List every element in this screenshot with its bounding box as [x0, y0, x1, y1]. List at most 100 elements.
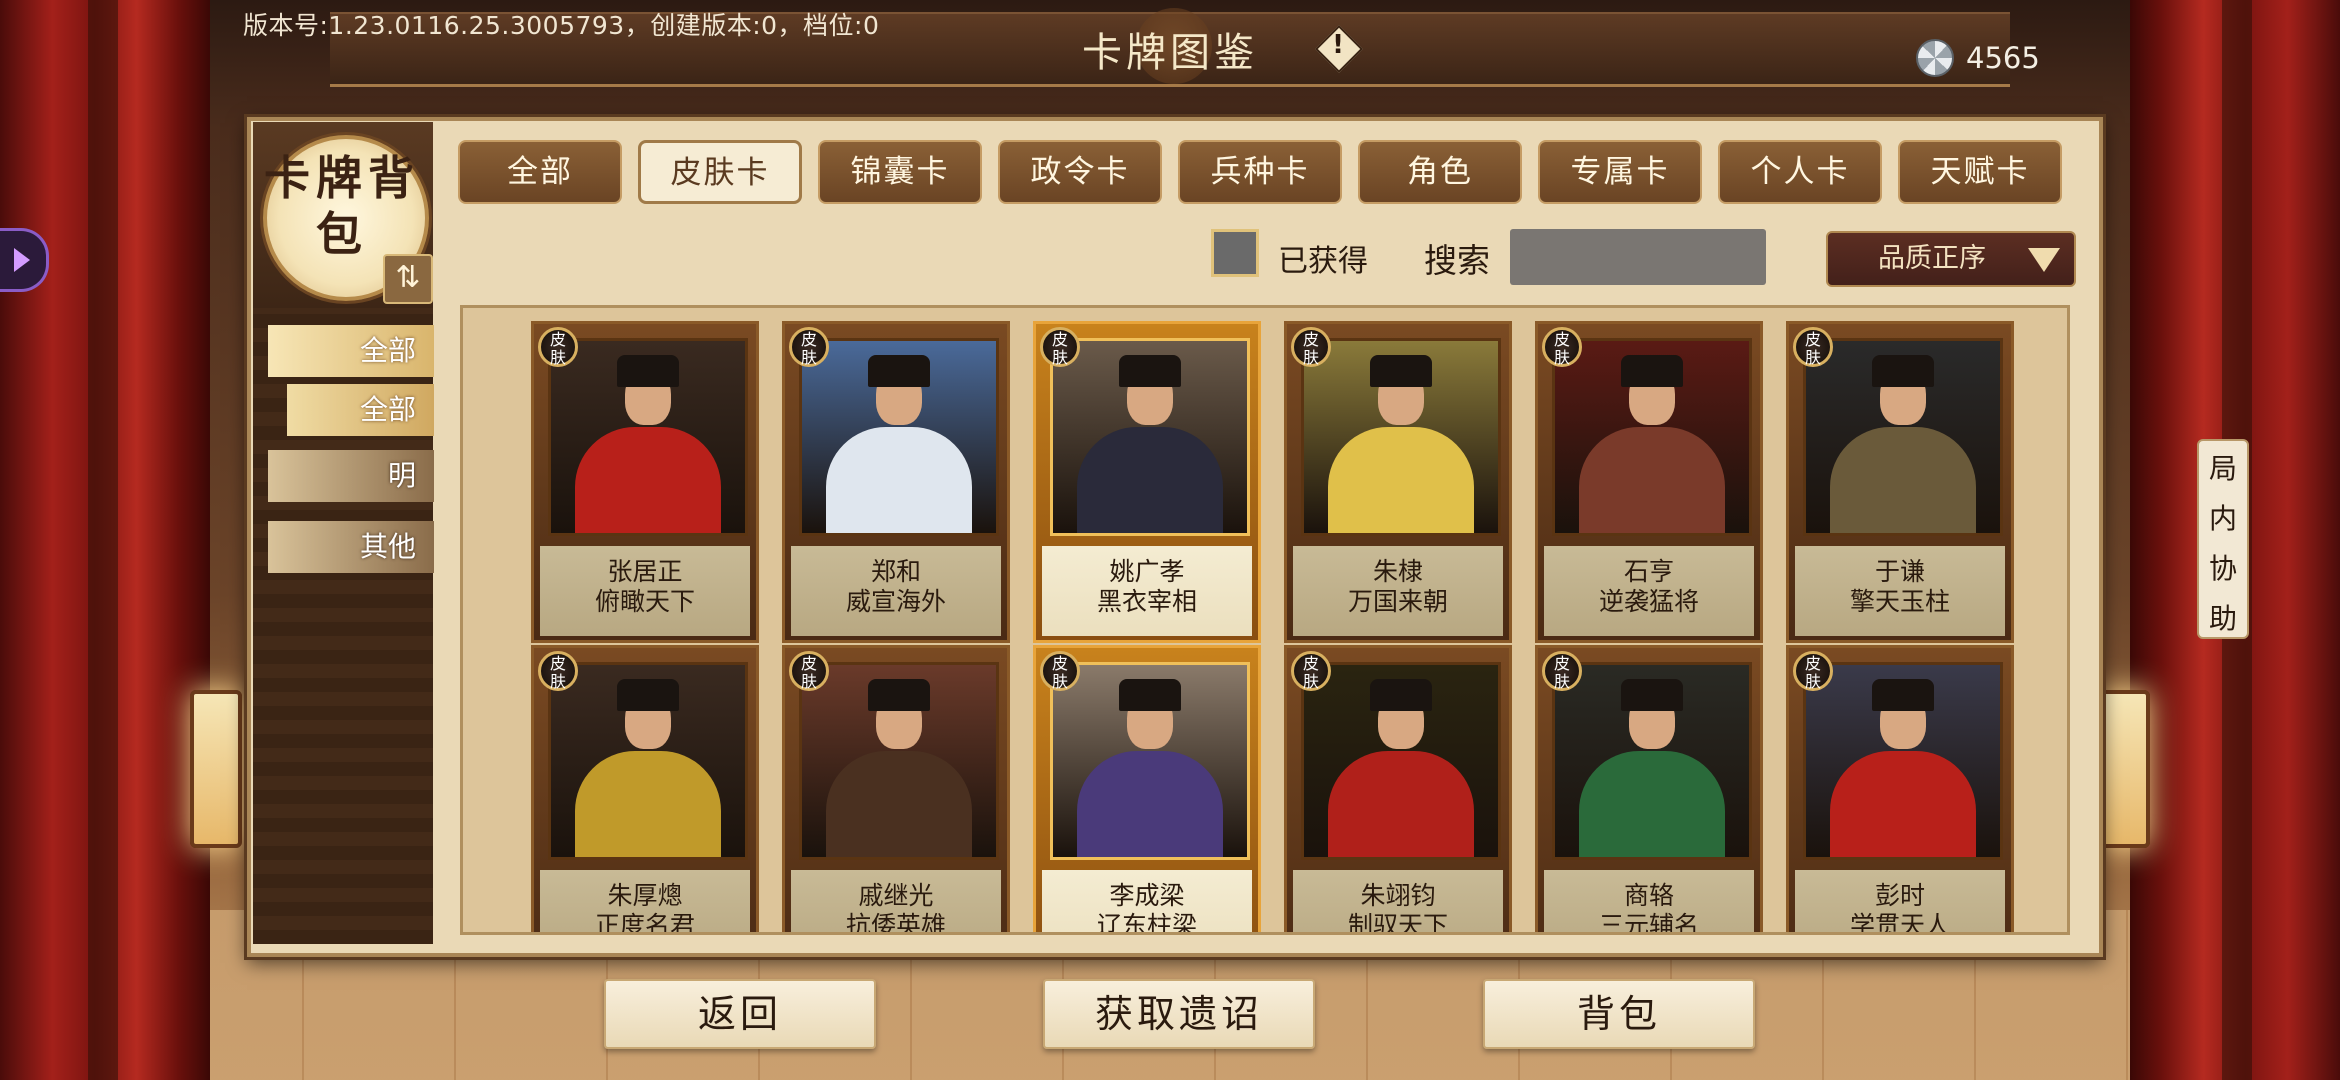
in-game-assist-tab[interactable]: 局 内 协 助 — [2197, 439, 2249, 639]
currency-value: 4565 — [1966, 41, 2040, 75]
skin-badge-icon: 皮肤 — [1793, 651, 1833, 691]
side-expand-arrow-icon[interactable] — [0, 228, 49, 292]
tab-0[interactable]: 全部 — [458, 140, 622, 204]
tab-1[interactable]: 皮肤卡 — [638, 140, 802, 204]
swap-icon[interactable]: ⇅ — [383, 254, 433, 304]
card-subtitle: 威宣海外 — [845, 587, 946, 616]
card-grid: 皮肤张居正 俯瞰天下皮肤郑和 威宣海外皮肤姚广孝 黑衣宰相皮肤朱棣 万国来朝皮肤石亨 逆袭… — [460, 305, 2070, 935]
search-input[interactable] — [1510, 229, 1766, 285]
left-lantern — [190, 690, 242, 848]
skin-card[interactable]: 皮肤李成梁 辽东柱梁 — [1033, 645, 1261, 935]
skin-badge-icon: 皮肤 — [1291, 651, 1331, 691]
skin-badge-icon: 皮肤 — [1040, 651, 1080, 691]
card-subtitle: 正度名君 — [594, 911, 695, 935]
skin-badge-icon: 皮肤 — [1542, 651, 1582, 691]
sidebar-item-all[interactable]: 全部 — [268, 325, 434, 377]
portrait-hat — [1621, 355, 1683, 387]
skin-card[interactable]: 皮肤商辂 三元辅名 — [1535, 645, 1763, 935]
card-portrait — [548, 662, 748, 860]
card-portrait — [1803, 662, 2003, 860]
skin-card[interactable]: 皮肤郑和 威宣海外 — [782, 321, 1010, 643]
caret-down-icon — [2028, 248, 2060, 272]
skin-card[interactable]: 皮肤于谦 擎天玉柱 — [1786, 321, 2014, 643]
search-label: 搜索 — [1424, 241, 1490, 280]
card-subtitle: 黑衣宰相 — [1096, 587, 1197, 616]
card-portrait — [548, 338, 748, 536]
portrait-hat — [1872, 355, 1934, 387]
assist-char: 内 — [2208, 502, 2237, 535]
card-portrait — [1552, 338, 1752, 536]
info-button[interactable]: ! — [1314, 24, 1364, 74]
skin-card[interactable]: 皮肤彭时 学贯天人 — [1786, 645, 2014, 935]
card-portrait — [1050, 662, 1250, 860]
skin-badge-icon: 皮肤 — [1793, 327, 1833, 367]
card-subtitle: 擎天玉柱 — [1849, 587, 1950, 616]
page-title: 卡牌图鉴 — [1082, 30, 1258, 76]
portrait-hat — [1621, 679, 1683, 711]
tab-3[interactable]: 政令卡 — [998, 140, 1162, 204]
back-button[interactable]: 返回 — [604, 979, 876, 1049]
skin-badge-icon: 皮肤 — [1040, 327, 1080, 367]
get-edict-button[interactable]: 获取遗诏 — [1043, 979, 1315, 1049]
skin-badge-icon: 皮肤 — [789, 651, 829, 691]
skin-card[interactable]: 皮肤戚继光 抗倭英雄 — [782, 645, 1010, 932]
currency-display: 4565 — [1910, 36, 2040, 80]
sidebar-subitem-all[interactable]: 全部 — [287, 384, 434, 436]
tab-8[interactable]: 天赋卡 — [1898, 140, 2062, 204]
card-portrait — [799, 338, 999, 536]
right-lantern — [2098, 690, 2150, 848]
portrait-robe — [1830, 427, 1976, 533]
portrait-hat — [617, 355, 679, 387]
sort-label: 品质正序 — [1878, 243, 1986, 274]
owned-checkbox[interactable] — [1211, 229, 1259, 277]
skin-badge-icon: 皮肤 — [538, 327, 578, 367]
sidebar-item-other[interactable]: 其他 — [268, 521, 434, 573]
assist-char: 局 — [2208, 452, 2237, 485]
portrait-hat — [1872, 679, 1934, 711]
portrait-hat — [1370, 355, 1432, 387]
skin-badge-icon: 皮肤 — [1291, 327, 1331, 367]
skin-card[interactable]: 皮肤朱棣 万国来朝 — [1284, 321, 1512, 643]
tab-7[interactable]: 个人卡 — [1718, 140, 1882, 204]
bag-button[interactable]: 背包 — [1483, 979, 1755, 1049]
portrait-hat — [868, 679, 930, 711]
portrait-hat — [1119, 355, 1181, 387]
card-subtitle: 辽东柱梁 — [1096, 911, 1197, 935]
skin-badge-icon: 皮肤 — [1542, 327, 1582, 367]
skin-card[interactable]: 皮肤朱翊钧 制驭天下 — [1284, 645, 1512, 932]
tab-5[interactable]: 角色 — [1358, 140, 1522, 204]
portrait-robe — [1579, 427, 1725, 533]
sidebar-item-ming[interactable]: 明 — [268, 450, 434, 502]
skin-badge-icon: 皮肤 — [538, 651, 578, 691]
silver-fan-coin-icon — [1910, 35, 1960, 81]
skin-card[interactable]: 皮肤姚广孝 黑衣宰相 — [1033, 321, 1261, 643]
portrait-robe — [1077, 427, 1223, 533]
skin-card[interactable]: 皮肤朱厚熜 正度名君 — [531, 645, 759, 935]
card-bag-badge-text: 卡牌背包 — [264, 151, 420, 261]
version-text: 版本号:1.23.0116.25.3005793，创建版本:0，档位:0 — [243, 11, 880, 40]
portrait-hat — [1119, 679, 1181, 711]
skin-card[interactable]: 皮肤张居正 俯瞰天下 — [531, 321, 759, 643]
card-subtitle: 学贯天人 — [1849, 911, 1950, 935]
portrait-robe — [575, 427, 721, 533]
skin-badge-icon: 皮肤 — [789, 327, 829, 367]
assist-char: 助 — [2208, 602, 2237, 635]
card-portrait — [1050, 338, 1250, 536]
portrait-robe — [1328, 427, 1474, 533]
left-pillar — [88, 0, 118, 1080]
card-subtitle: 三元辅名 — [1598, 911, 1699, 935]
skin-card[interactable]: 皮肤石亨 逆袭猛将 — [1535, 321, 1763, 643]
tab-2[interactable]: 锦囊卡 — [818, 140, 982, 204]
category-tabs: 全部 皮肤卡 锦囊卡 政令卡 兵种卡 角色 专属卡 个人卡 天赋卡 — [458, 140, 2064, 206]
card-subtitle: 逆袭猛将 — [1598, 587, 1699, 616]
owned-label: 已获得 — [1278, 244, 1368, 279]
tab-6[interactable]: 专属卡 — [1538, 140, 1702, 204]
portrait-robe — [1077, 751, 1223, 857]
card-portrait — [1552, 662, 1752, 860]
card-portrait — [1301, 662, 1501, 860]
tab-4[interactable]: 兵种卡 — [1178, 140, 1342, 204]
sort-dropdown[interactable]: 品质正序 — [1826, 231, 2076, 287]
portrait-hat — [868, 355, 930, 387]
portrait-hat — [1370, 679, 1432, 711]
card-subtitle: 俯瞰天下 — [594, 587, 695, 616]
